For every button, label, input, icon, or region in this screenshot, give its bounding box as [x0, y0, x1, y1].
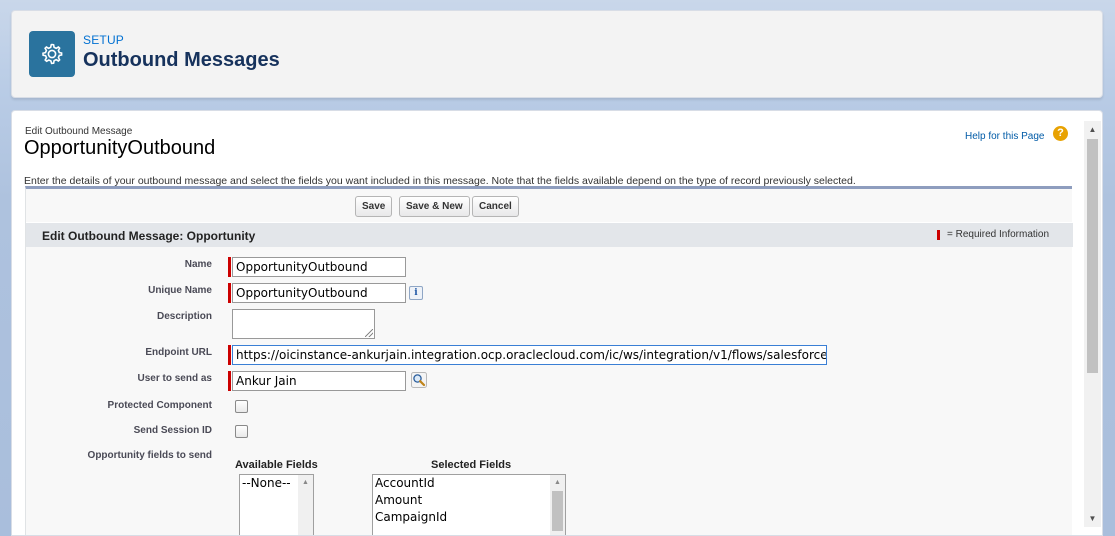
name-label: Name [184, 259, 212, 270]
fields-to-send-label: Opportunity fields to send [87, 450, 212, 461]
list-item[interactable]: Amount [373, 492, 565, 509]
scroll-up-icon[interactable]: ▲ [298, 475, 313, 490]
required-marker [937, 229, 940, 240]
selected-fields-list[interactable]: AccountId Amount CampaignId ▲ [372, 474, 566, 535]
send-session-id-checkbox[interactable] [235, 425, 248, 438]
send-session-id-label: Send Session ID [133, 425, 212, 436]
description-textarea[interactable] [232, 309, 375, 339]
required-marker [228, 257, 231, 277]
list-scrollbar[interactable]: ▲ [550, 475, 565, 535]
gear-icon [29, 31, 75, 77]
help-icon[interactable]: ? [1053, 126, 1068, 141]
required-marker [228, 371, 231, 391]
save-button[interactable]: Save [355, 196, 393, 217]
protected-component-checkbox[interactable] [235, 400, 248, 413]
save-new-button[interactable]: Save & New [399, 196, 470, 217]
scroll-up-icon[interactable]: ▲ [550, 475, 565, 490]
lookup-icon[interactable] [411, 372, 427, 388]
list-item[interactable]: CampaignId [373, 509, 565, 526]
protected-component-label: Protected Component [107, 400, 212, 411]
name-input[interactable]: OpportunityOutbound [232, 257, 406, 277]
scroll-thumb[interactable] [552, 491, 563, 531]
resize-handle[interactable] [365, 329, 373, 337]
description-label: Description [156, 311, 212, 322]
info-icon[interactable]: i [409, 286, 423, 300]
required-legend-text: = Required Information [947, 229, 1050, 240]
required-legend: = Required Information [937, 229, 1049, 240]
button-row: Save Save & New Cancel [26, 196, 1073, 218]
breadcrumb[interactable]: SETUP [83, 33, 124, 47]
help-link[interactable]: Help for this Page [965, 131, 1045, 142]
available-fields-heading: Available Fields [235, 459, 318, 471]
required-marker [228, 283, 231, 303]
page-scrollbar[interactable]: ▲ ▼ [1084, 121, 1101, 527]
section-header: Edit Outbound Message: Opportunity = Req… [26, 222, 1073, 247]
list-scrollbar[interactable]: ▲ [298, 475, 313, 535]
user-label: User to send as [137, 373, 212, 384]
required-marker [228, 345, 231, 365]
section-title: Edit Outbound Message: Opportunity [42, 229, 256, 243]
user-input[interactable]: Ankur Jain [232, 371, 406, 391]
endpoint-url-input[interactable]: https://oicinstance-ankurjain.integratio… [232, 345, 827, 365]
edit-form: Save Save & New Cancel Edit Outbound Mes… [25, 186, 1073, 535]
setup-header: SETUP Outbound Messages [11, 10, 1103, 98]
list-item[interactable]: AccountId [373, 475, 565, 492]
page-subtitle: Edit Outbound Message [25, 126, 133, 137]
page-title: Outbound Messages [83, 49, 280, 71]
cancel-button[interactable]: Cancel [472, 196, 519, 217]
scroll-thumb[interactable] [1087, 139, 1098, 373]
endpoint-url-label: Endpoint URL [145, 347, 212, 358]
scroll-up-icon[interactable]: ▲ [1084, 121, 1101, 138]
available-fields-list[interactable]: --None-- ▲ [239, 474, 314, 535]
unique-name-label: Unique Name [148, 285, 212, 296]
selected-fields-heading: Selected Fields [431, 459, 512, 471]
main-panel: Edit Outbound Message OpportunityOutboun… [11, 110, 1103, 536]
scroll-down-icon[interactable]: ▼ [1084, 510, 1101, 527]
unique-name-input[interactable]: OpportunityOutbound [232, 283, 406, 303]
record-heading: OpportunityOutbound [24, 137, 216, 159]
